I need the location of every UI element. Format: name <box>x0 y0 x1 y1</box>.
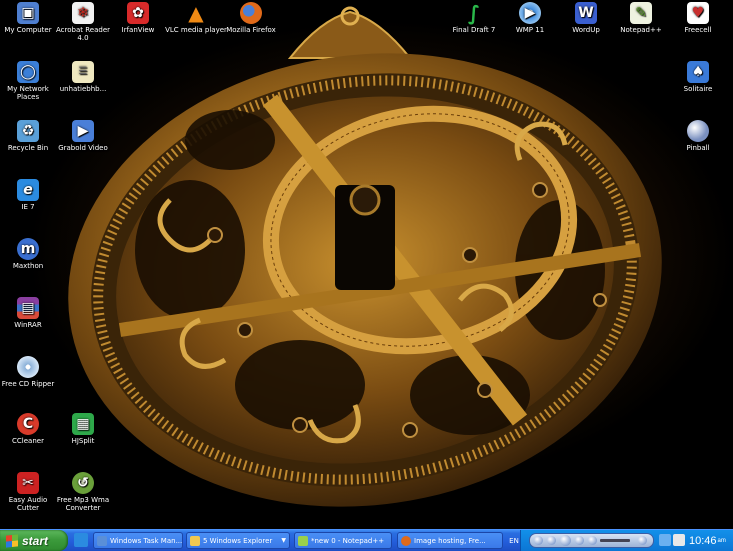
pinball-icon <box>687 120 709 142</box>
desktop-icon-pinball[interactable]: Pinball <box>667 120 729 152</box>
desktop-icon-hjsplit[interactable]: ▦ HJSplit <box>52 413 114 445</box>
stop-button-icon[interactable] <box>534 536 543 545</box>
notepadpp-icon <box>298 535 308 546</box>
final-draft-icon: ∫ <box>467 1 481 25</box>
hjsplit-icon: ▦ <box>72 413 94 435</box>
tray-volume-icon[interactable] <box>673 534 685 546</box>
task-manager-icon <box>97 535 107 546</box>
desktop-icon-winrar[interactable]: ▤ WinRAR <box>0 297 59 329</box>
video-icon: ▶ <box>72 120 94 142</box>
desktop-icon-recycle-bin[interactable]: ♻ Recycle Bin <box>0 120 59 152</box>
desktop-icon-wordup[interactable]: W WordUp <box>555 2 617 34</box>
desktop-icon-free-cd-ripper[interactable]: Free CD Ripper <box>0 356 59 388</box>
winrar-icon: ▤ <box>17 297 39 319</box>
next-button-icon[interactable] <box>575 536 584 545</box>
acrobat-icon: ❄ <box>72 2 94 24</box>
vlc-icon: ▲ <box>188 1 204 25</box>
maxthon-icon: m <box>17 238 39 260</box>
irfanview-icon: ✿ <box>127 2 149 24</box>
volume-slider[interactable] <box>600 539 630 542</box>
previous-button-icon[interactable] <box>547 536 556 545</box>
cd-icon <box>17 356 39 378</box>
file-icon: ☰ <box>72 61 94 83</box>
firefox-icon <box>240 2 262 24</box>
restore-player-icon[interactable] <box>638 536 647 545</box>
task-button-notepadpp[interactable]: *new 0 - Notepad++ <box>294 532 392 549</box>
audio-cutter-icon: ✂ <box>17 472 39 494</box>
start-label: start <box>22 533 49 548</box>
task-button-firefox[interactable]: Image hosting, Fre... <box>397 532 503 549</box>
ccleaner-icon: C <box>17 413 39 435</box>
wmp-icon: ▶ <box>519 2 541 24</box>
computer-icon: ▣ <box>17 2 39 24</box>
notepadpp-icon: ✎ <box>630 2 652 24</box>
start-button[interactable]: start <box>0 530 68 551</box>
task-button-windows-explorer[interactable]: 5 Windows Explorer ▼ <box>186 532 290 549</box>
converter-icon: ↺ <box>72 472 94 494</box>
desktop-icon-notepadpp[interactable]: ✎ Notepad++ <box>610 2 672 34</box>
wmp-mini-player <box>529 533 654 548</box>
task-button-task-manager[interactable]: Windows Task Man... <box>93 532 183 549</box>
desktop-icon-network-places[interactable]: ◯ My Network Places <box>0 61 59 101</box>
windows-logo-icon <box>6 533 18 548</box>
solitaire-icon: ♠ <box>687 61 709 83</box>
group-dropdown-icon: ▼ <box>281 537 286 544</box>
desktop-icon-free-mp3-wma-converter[interactable]: ↺ Free Mp3 Wma Converter <box>52 472 114 512</box>
system-tray: 10:46 am <box>520 530 733 551</box>
desktop-icon-vlc[interactable]: ▲ VLC media player <box>165 2 227 34</box>
clock[interactable]: 10:46 am <box>689 530 726 551</box>
recycle-bin-icon: ♻ <box>17 120 39 142</box>
desktop-icon-wmp11[interactable]: ▶ WMP 11 <box>499 2 561 34</box>
play-button-icon[interactable] <box>560 535 571 546</box>
desktop-icon-maxthon[interactable]: m Maxthon <box>0 238 59 270</box>
desktop-icon-my-computer[interactable]: ▣ My Computer <box>0 2 59 34</box>
wordup-icon: W <box>575 2 597 24</box>
desktop-icon-firefox[interactable]: Mozilla Firefox <box>220 2 282 34</box>
desktop-icon-freecell[interactable]: ♥ Freecell <box>667 2 729 34</box>
desktop-icon-ccleaner[interactable]: C CCleaner <box>0 413 59 445</box>
desktop-icon-easy-audio-cutter[interactable]: ✂ Easy Audio Cutter <box>0 472 59 512</box>
desktop-icon-grabold-video[interactable]: ▶ Grabold Video <box>52 120 114 152</box>
ie-icon: e <box>17 179 39 201</box>
desktop-icon-unhatiebhb[interactable]: ☰ unhatiebhb... <box>52 61 114 93</box>
desktop-icon-acrobat-reader[interactable]: ❄ Acrobat Reader 4.0 <box>52 2 114 42</box>
freecell-icon: ♥ <box>687 2 709 24</box>
network-icon: ◯ <box>17 61 39 83</box>
quick-launch-ie-icon[interactable] <box>74 533 88 547</box>
firefox-icon <box>401 535 411 546</box>
desktop-icon-solitaire[interactable]: ♠ Solitaire <box>667 61 729 93</box>
desktop-icon-irfanview[interactable]: ✿ IrfanView <box>107 2 169 34</box>
desktop-icon-final-draft[interactable]: ∫ Final Draft 7 <box>443 2 505 34</box>
taskbar: start Windows Task Man... 5 Windows Expl… <box>0 529 733 551</box>
desktop-icon-ie7[interactable]: e IE 7 <box>0 179 59 211</box>
folder-icon <box>190 535 200 546</box>
mute-button-icon[interactable] <box>588 536 597 545</box>
tray-network-icon[interactable] <box>659 534 671 546</box>
